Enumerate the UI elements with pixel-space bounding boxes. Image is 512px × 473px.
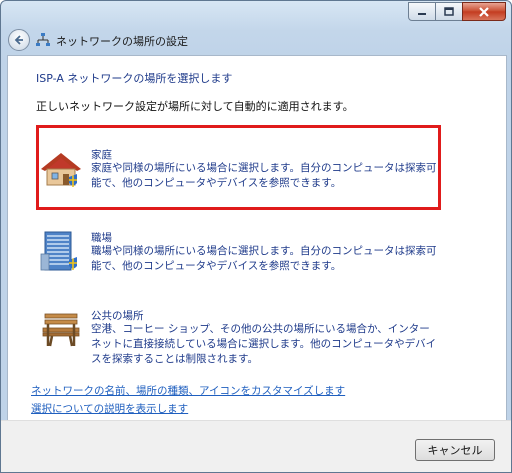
network-icon — [36, 33, 50, 46]
dialog-footer: キャンセル — [1, 420, 511, 472]
minimize-button[interactable] — [408, 2, 436, 21]
maximize-button[interactable] — [435, 2, 463, 21]
customize-link[interactable]: ネットワークの名前、場所の種類、アイコンをカスタマイズします — [31, 383, 345, 398]
network-location-window: ネットワークの場所の設定 ISP-A ネットワークの場所を選択します 正しいネッ… — [0, 0, 512, 473]
window-controls — [408, 2, 506, 21]
page-heading: ISP-A ネットワークの場所を選択します — [36, 72, 233, 85]
option-public-description: 空港、コーヒー ショップ、その他の公共の場所にいる場合か、インターネットに直接接… — [91, 323, 437, 365]
close-icon — [479, 6, 489, 17]
option-work-title: 職場 — [91, 232, 112, 244]
minimize-icon — [418, 12, 426, 15]
instruction-text: 正しいネットワーク設定が場所に対して自動的に適用されます。 — [36, 100, 354, 113]
option-work-description: 職場や同様の場所にいる場合に選択します。自分のコンピュータは探索可能で、他のコン… — [91, 245, 437, 272]
maximize-icon — [444, 7, 454, 16]
navigation-bar: ネットワークの場所の設定 — [1, 25, 511, 55]
option-home-description: 家庭や同様の場所にいる場合に選択します。自分のコンピュータは探索可能で、他のコン… — [91, 162, 437, 189]
house-icon — [41, 153, 81, 187]
back-arrow-icon — [14, 35, 23, 45]
close-button[interactable] — [462, 2, 506, 21]
office-building-icon — [40, 231, 77, 271]
park-bench-icon — [42, 313, 80, 347]
back-button[interactable] — [8, 29, 30, 51]
cancel-button[interactable]: キャンセル — [415, 439, 495, 461]
option-home-title: 家庭 — [91, 149, 112, 161]
title-bar — [1, 1, 511, 25]
window-title: ネットワークの場所の設定 — [56, 35, 188, 48]
option-public-title: 公共の場所 — [91, 310, 144, 322]
help-link[interactable]: 選択についての説明を表示します — [31, 401, 188, 416]
